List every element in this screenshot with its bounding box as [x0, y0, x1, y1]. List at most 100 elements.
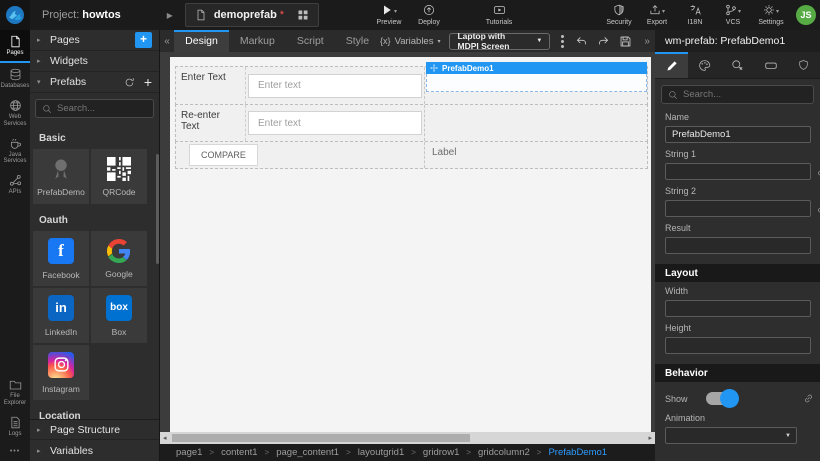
prefab-tile-instagram[interactable]: Instagram	[33, 345, 89, 400]
section-behavior[interactable]: Behavior	[655, 364, 820, 382]
breadcrumb-item[interactable]: gridcolumn2	[478, 447, 530, 458]
field2-text-input[interactable]	[248, 111, 422, 135]
deploy-button[interactable]: Deploy	[412, 0, 446, 30]
show-toggle[interactable]	[706, 392, 736, 405]
canvas-horizontal-scrollbar[interactable]: ◂ ▸	[160, 432, 655, 444]
breadcrumb-item[interactable]: page1	[176, 447, 202, 458]
scroll-right-icon[interactable]: ▸	[648, 434, 652, 442]
add-prefab-button[interactable]: +	[144, 77, 152, 87]
rail-item-logs[interactable]: Logs	[0, 411, 30, 442]
breadcrumb-item[interactable]: layoutgrid1	[358, 447, 404, 458]
compare-button[interactable]: COMPARE	[189, 144, 258, 166]
dashboard-grid-icon[interactable]	[297, 9, 309, 21]
export-button[interactable]: ▾ Export	[640, 0, 674, 30]
prefab-tile-box[interactable]: box Box	[91, 288, 147, 343]
canvas-more-menu[interactable]	[559, 35, 566, 48]
variables-button[interactable]: {x} Variables ▾	[380, 36, 440, 47]
breadcrumb-item-active[interactable]: PrefabDemo1	[548, 447, 607, 458]
prefab-tile-google[interactable]: Google	[91, 231, 147, 286]
i18n-button[interactable]: I18N	[678, 0, 712, 30]
tab-design[interactable]: Design	[174, 30, 229, 52]
tab-device[interactable]	[754, 52, 787, 78]
save-button[interactable]	[619, 35, 632, 48]
bind-link-icon[interactable]	[816, 166, 820, 177]
properties-search-input[interactable]	[683, 89, 807, 100]
bind-link-icon[interactable]	[802, 393, 815, 404]
string1-input[interactable]	[665, 163, 811, 180]
collapse-right-panel-button[interactable]: »	[641, 36, 653, 47]
preview-button[interactable]: ▾ Preview	[372, 0, 406, 30]
add-page-button[interactable]: +	[135, 32, 152, 48]
prefab-widget-body[interactable]	[426, 74, 647, 92]
animation-select[interactable]: ▼	[665, 427, 797, 444]
redo-button[interactable]	[597, 35, 610, 48]
chevron-down-icon: ▾	[394, 8, 397, 15]
page-canvas[interactable]: Enter Text PrefabDemo1	[170, 57, 651, 432]
width-input[interactable]	[665, 300, 811, 317]
field1-caption[interactable]: Enter Text	[176, 67, 246, 104]
tab-properties[interactable]	[655, 52, 688, 78]
section-layout[interactable]: Layout	[655, 264, 820, 282]
user-avatar[interactable]: JS	[796, 5, 816, 25]
tab-inspector[interactable]	[721, 52, 754, 78]
accordion-widgets[interactable]: ▸ Widgets	[30, 51, 159, 72]
top-bar: Project:howtos ▸ demoprefab * ▾ Preview …	[0, 0, 820, 30]
accordion-variables[interactable]: ▸ Variables	[30, 440, 159, 461]
breadcrumb-item[interactable]: gridrow1	[423, 447, 459, 458]
rail-item-file-explorer[interactable]: File Explorer	[0, 373, 30, 411]
collapse-left-panel-button[interactable]: «	[160, 36, 174, 47]
file-icon	[195, 9, 207, 21]
accordion-page-structure[interactable]: ▸ Page Structure	[30, 419, 159, 440]
label-widget[interactable]: Label	[425, 142, 647, 158]
rail-item-web-services[interactable]: Web Services	[0, 94, 30, 132]
widget-selection-bar[interactable]: PrefabDemo1	[426, 62, 647, 74]
refresh-prefabs-icon[interactable]	[124, 77, 135, 88]
box-icon: box	[106, 295, 132, 321]
canvas-toolbar: « Design Markup Script Style {x} Variabl…	[160, 30, 655, 52]
settings-button[interactable]: ▾ Settings	[754, 0, 788, 30]
tab-markup[interactable]: Markup	[229, 30, 286, 52]
prefab-tile-qrcode[interactable]: QRCode	[91, 149, 147, 204]
security-button[interactable]: Security	[602, 0, 636, 30]
tab-styles[interactable]	[688, 52, 721, 78]
field2-caption[interactable]: Re-enter Text	[176, 105, 246, 141]
tab-script[interactable]: Script	[286, 30, 335, 52]
palette-icon	[698, 59, 711, 72]
accordion-prefabs[interactable]: ▾ Prefabs +	[30, 72, 159, 93]
move-icon[interactable]	[430, 64, 438, 72]
result-input[interactable]	[665, 237, 811, 254]
string2-input[interactable]	[665, 200, 811, 217]
rail-item-databases[interactable]: Databases	[0, 63, 30, 94]
rail-item-java-services[interactable]: Java Services	[0, 132, 30, 170]
dropdown-arrow-icon: ▼	[536, 38, 542, 44]
undo-button[interactable]	[575, 35, 588, 48]
breadcrumb-item[interactable]: content1	[221, 447, 257, 458]
prefab-tile-facebook[interactable]: f Facebook	[33, 231, 89, 286]
name-input[interactable]	[665, 126, 811, 143]
scroll-left-icon[interactable]: ◂	[163, 434, 167, 442]
rail-item-pages[interactable]: Pages	[0, 30, 30, 63]
scrollbar-thumb[interactable]	[172, 434, 470, 442]
accordion-pages[interactable]: ▸ Pages +	[30, 30, 159, 51]
linkedin-icon: in	[48, 295, 74, 321]
device-selector[interactable]: Laptop with MDPI Screen ▼	[449, 33, 550, 50]
layout-grid: Enter Text PrefabDemo1	[175, 66, 648, 169]
rail-item-apis[interactable]: APIs	[0, 169, 30, 200]
wavemaker-studio: Project:howtos ▸ demoprefab * ▾ Preview …	[0, 0, 820, 461]
open-page-tab[interactable]: demoprefab *	[185, 3, 319, 27]
wavemaker-logo[interactable]	[0, 0, 30, 30]
field1-text-input[interactable]	[248, 74, 422, 98]
rail-overflow-menu[interactable]: •••	[0, 442, 30, 461]
height-input[interactable]	[665, 337, 811, 354]
prefab-tile-prefabdemo[interactable]: PrefabDemo	[33, 149, 89, 204]
left-panel-scrollbar[interactable]	[156, 154, 159, 264]
tab-style[interactable]: Style	[335, 30, 380, 52]
tab-security[interactable]	[787, 52, 820, 78]
breadcrumb-item[interactable]: page_content1	[276, 447, 339, 458]
tutorials-button[interactable]: Tutorials	[482, 0, 516, 30]
selected-prefab-widget[interactable]: PrefabDemo1	[426, 62, 647, 92]
prefab-tile-linkedin[interactable]: in LinkedIn	[33, 288, 89, 343]
prefab-search-input[interactable]	[57, 103, 147, 114]
vcs-button[interactable]: ▾ VCS	[716, 0, 750, 30]
bind-link-icon[interactable]	[816, 203, 820, 214]
